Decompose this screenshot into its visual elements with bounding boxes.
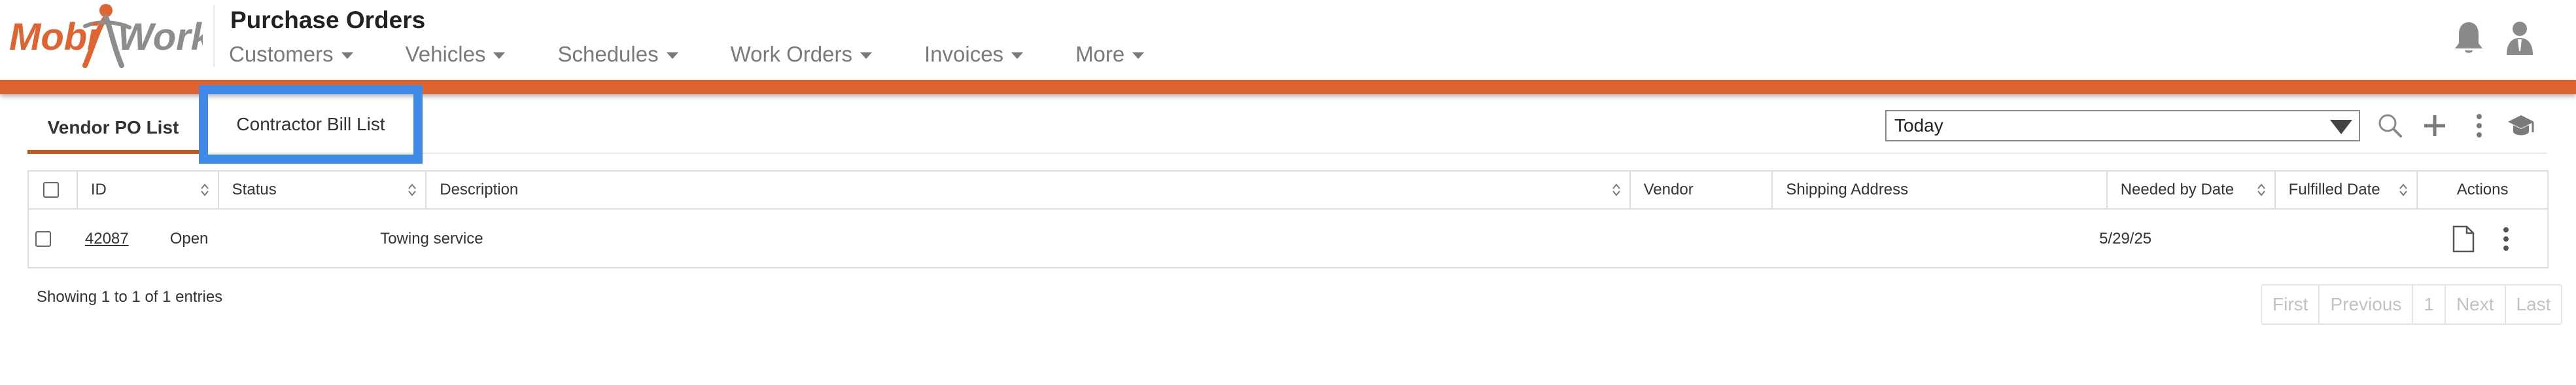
chevron-down-icon [341, 52, 353, 59]
nav-customers[interactable]: Customers [229, 42, 353, 67]
bell-icon[interactable] [2449, 18, 2488, 58]
pager-previous[interactable]: Previous [2320, 285, 2414, 323]
column-header-description[interactable]: Description [426, 172, 1631, 208]
select-arrow-icon [2330, 120, 2352, 134]
pager-first[interactable]: First [2262, 285, 2320, 323]
mobiwork-logo[interactable]: Mobi Work [7, 1, 214, 69]
plus-icon[interactable] [2419, 110, 2450, 141]
column-header-fulfilled-date[interactable]: Fulfilled Date [2276, 172, 2418, 208]
table-row[interactable]: 42087 Open Towing service 5/29/25 [29, 210, 2547, 268]
pager-page-1[interactable]: 1 [2413, 285, 2446, 323]
nav-more[interactable]: More [1075, 42, 1145, 67]
chevron-down-icon [493, 52, 506, 59]
page-title: Purchase Orders [230, 7, 426, 33]
purchase-orders-table: ID Status Description Vendor Shipping Ad… [27, 170, 2549, 268]
cell-id: 42087 [78, 230, 170, 248]
column-header-shipping-address[interactable]: Shipping Address [1773, 172, 2108, 208]
column-header-id[interactable]: ID [78, 172, 219, 208]
chevron-down-icon [1132, 52, 1145, 59]
cell-needed-by-date: 5/29/25 [2099, 230, 2152, 248]
document-icon[interactable] [2452, 225, 2475, 253]
nav-work-orders[interactable]: Work Orders [731, 42, 872, 67]
chevron-down-icon [1011, 52, 1024, 59]
search-icon[interactable] [2375, 110, 2406, 141]
logo-divider [213, 5, 215, 67]
pagination: First Previous 1 Next Last [2261, 284, 2563, 325]
select-all-cell [29, 172, 78, 208]
graduation-cap-icon[interactable] [2505, 110, 2537, 141]
tab-contractor-bill-list[interactable]: Contractor Bill List [199, 85, 423, 164]
po-id-link[interactable]: 42087 [85, 230, 129, 248]
sort-icon [408, 183, 417, 196]
chevron-down-icon [666, 52, 678, 59]
pager-next[interactable]: Next [2446, 285, 2506, 323]
chevron-down-icon [860, 52, 872, 59]
column-header-actions: Actions [2456, 181, 2509, 198]
more-vertical-icon[interactable] [2463, 110, 2495, 141]
column-header-needed-by-date[interactable]: Needed by Date [2108, 172, 2276, 208]
column-header-status[interactable]: Status [219, 172, 427, 208]
pager-last[interactable]: Last [2506, 285, 2562, 323]
nav-invoices[interactable]: Invoices [924, 42, 1024, 67]
user-icon[interactable] [2500, 18, 2539, 58]
table-header: ID Status Description Vendor Shipping Ad… [29, 172, 2547, 210]
tab-vendor-po-list[interactable]: Vendor PO List [27, 101, 199, 154]
nav-vehicles[interactable]: Vehicles [406, 42, 506, 67]
date-filter-value: Today [1894, 115, 1943, 136]
cell-status: Open [169, 230, 209, 248]
row-checkbox[interactable] [35, 231, 51, 247]
sort-icon [200, 183, 209, 196]
more-vertical-icon[interactable] [2501, 225, 2511, 253]
date-filter-select[interactable]: Today [1885, 110, 2360, 141]
sort-icon [2399, 183, 2408, 196]
select-all-checkbox[interactable] [43, 182, 59, 198]
entries-info: Showing 1 to 1 of 1 entries [37, 288, 223, 306]
main-nav: Customers Vehicles Schedules Work Orders… [229, 42, 1196, 67]
cell-actions [2415, 225, 2547, 253]
nav-schedules[interactable]: Schedules [557, 42, 678, 67]
sort-icon [2257, 183, 2265, 196]
cell-description: Towing service [380, 230, 483, 248]
logo-text-work: Work [118, 16, 203, 58]
app-header: Mobi Work Purchase Orders Customers Vehi… [0, 0, 2576, 80]
row-select-cell [29, 231, 78, 247]
column-header-vendor[interactable]: Vendor [1631, 172, 1773, 208]
sort-icon [1612, 183, 1620, 196]
logo-text-mobi: Mobi [9, 16, 99, 58]
